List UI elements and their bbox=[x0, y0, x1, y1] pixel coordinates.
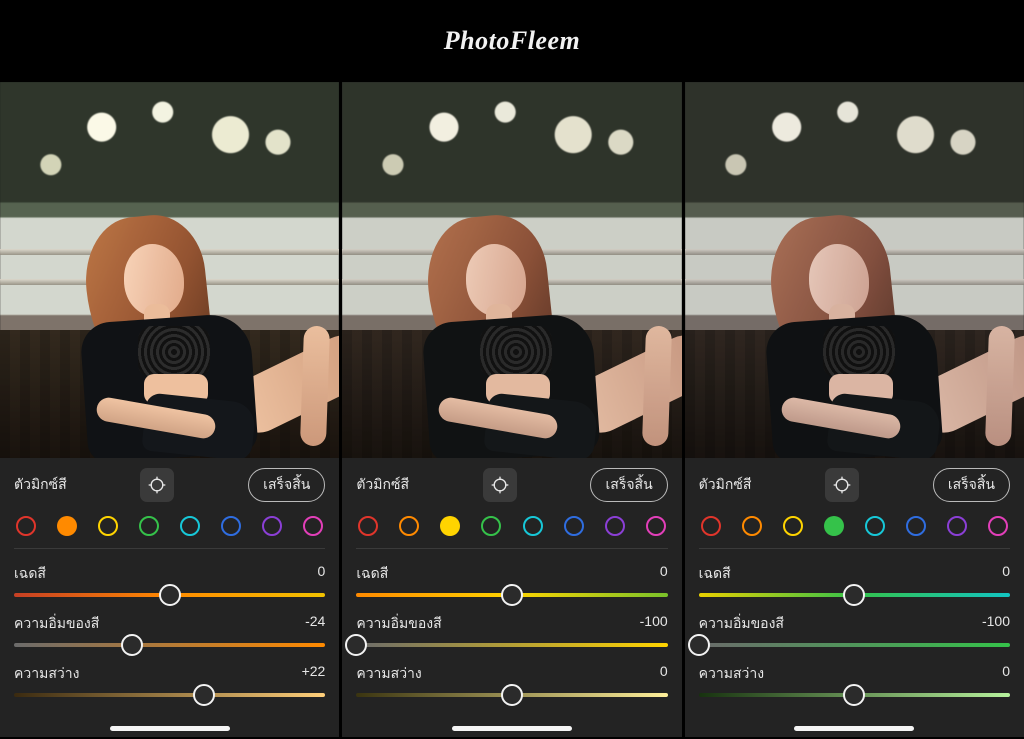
color-swatch[interactable] bbox=[139, 516, 159, 536]
slider-value: +22 bbox=[302, 663, 326, 685]
target-icon bbox=[832, 475, 852, 495]
color-swatch[interactable] bbox=[399, 516, 419, 536]
slider-label: ความอิ่มของสี bbox=[356, 613, 441, 635]
editor-panel: ตัวมิกซ์สี เสร็จสิ้นเฉดสี 0 ความอิ่มของสี -2… bbox=[0, 82, 339, 737]
slider-value: -100 bbox=[982, 613, 1010, 635]
color-swatch[interactable] bbox=[221, 516, 241, 536]
color-swatch[interactable] bbox=[646, 516, 666, 536]
color-swatch[interactable] bbox=[16, 516, 36, 536]
slider-track[interactable] bbox=[699, 693, 1010, 697]
slider-thumb[interactable] bbox=[345, 634, 367, 656]
color-swatch[interactable] bbox=[180, 516, 200, 536]
slider-row: ความอิ่มของสี -24 bbox=[14, 613, 325, 647]
slider-label: เฉดสี bbox=[14, 563, 46, 585]
photo-preview bbox=[0, 82, 339, 458]
page-header: PhotoFleem bbox=[0, 0, 1024, 82]
color-swatch[interactable] bbox=[564, 516, 584, 536]
slider-track[interactable] bbox=[699, 643, 1010, 647]
editor-panel: ตัวมิกซ์สี เสร็จสิ้นเฉดสี 0 ความอิ่มของสี -1… bbox=[685, 82, 1024, 737]
slider-track[interactable] bbox=[14, 643, 325, 647]
slider-track[interactable] bbox=[699, 593, 1010, 597]
controls-area: ตัวมิกซ์สี เสร็จสิ้นเฉดสี 0 ความอิ่มของสี -2… bbox=[0, 458, 339, 737]
slider-track[interactable] bbox=[14, 593, 325, 597]
target-adjust-button[interactable] bbox=[825, 468, 859, 502]
done-button[interactable]: เสร็จสิ้น bbox=[933, 468, 1010, 502]
slider-thumb[interactable] bbox=[843, 584, 865, 606]
done-button[interactable]: เสร็จสิ้น bbox=[248, 468, 325, 502]
slider-label: ความสว่าง bbox=[356, 663, 421, 685]
photo-preview bbox=[342, 82, 681, 458]
target-adjust-button[interactable] bbox=[140, 468, 174, 502]
slider-row: เฉดสี 0 bbox=[699, 563, 1010, 597]
controls-area: ตัวมิกซ์สี เสร็จสิ้นเฉดสี 0 ความอิ่มของสี -1… bbox=[342, 458, 681, 737]
color-swatch[interactable] bbox=[742, 516, 762, 536]
slider-label: ความอิ่มของสี bbox=[699, 613, 784, 635]
slider-track[interactable] bbox=[356, 593, 667, 597]
slider-thumb[interactable] bbox=[843, 684, 865, 706]
controls-area: ตัวมิกซ์สี เสร็จสิ้นเฉดสี 0 ความอิ่มของสี -1… bbox=[685, 458, 1024, 737]
color-swatch[interactable] bbox=[481, 516, 501, 536]
slider-thumb[interactable] bbox=[121, 634, 143, 656]
slider-thumb[interactable] bbox=[193, 684, 215, 706]
slider-value: 0 bbox=[318, 563, 326, 585]
slider-row: ความอิ่มของสี -100 bbox=[356, 613, 667, 647]
slider-thumb[interactable] bbox=[501, 684, 523, 706]
slider-thumb[interactable] bbox=[688, 634, 710, 656]
slider-value: 0 bbox=[660, 663, 668, 685]
color-swatch-row bbox=[14, 512, 325, 549]
slider-value: 0 bbox=[1002, 563, 1010, 585]
target-icon bbox=[490, 475, 510, 495]
color-swatch[interactable] bbox=[824, 516, 844, 536]
slider-label: ความสว่าง bbox=[14, 663, 79, 685]
color-swatch[interactable] bbox=[865, 516, 885, 536]
color-swatch[interactable] bbox=[303, 516, 323, 536]
slider-row: ความสว่าง 0 bbox=[699, 663, 1010, 697]
done-button[interactable]: เสร็จสิ้น bbox=[590, 468, 667, 502]
target-adjust-button[interactable] bbox=[483, 468, 517, 502]
slider-value: 0 bbox=[660, 563, 668, 585]
color-swatch[interactable] bbox=[262, 516, 282, 536]
editor-panel: ตัวมิกซ์สี เสร็จสิ้นเฉดสี 0 ความอิ่มของสี -1… bbox=[342, 82, 681, 737]
color-swatch[interactable] bbox=[98, 516, 118, 536]
color-swatch[interactable] bbox=[358, 516, 378, 536]
slider-value: 0 bbox=[1002, 663, 1010, 685]
slider-label: ความสว่าง bbox=[699, 663, 764, 685]
color-swatch[interactable] bbox=[988, 516, 1008, 536]
home-indicator bbox=[452, 726, 572, 731]
color-swatch[interactable] bbox=[701, 516, 721, 536]
slider-label: เฉดสี bbox=[699, 563, 731, 585]
target-icon bbox=[147, 475, 167, 495]
color-swatch-row bbox=[356, 512, 667, 549]
section-title: ตัวมิกซ์สี bbox=[14, 474, 67, 496]
color-swatch[interactable] bbox=[906, 516, 926, 536]
slider-value: -24 bbox=[305, 613, 325, 635]
slider-label: เฉดสี bbox=[356, 563, 388, 585]
home-indicator bbox=[110, 726, 230, 731]
home-indicator bbox=[794, 726, 914, 731]
section-title: ตัวมิกซ์สี bbox=[356, 474, 409, 496]
slider-track[interactable] bbox=[356, 643, 667, 647]
photo-preview bbox=[685, 82, 1024, 458]
slider-label: ความอิ่มของสี bbox=[14, 613, 99, 635]
color-swatch[interactable] bbox=[947, 516, 967, 536]
slider-track[interactable] bbox=[14, 693, 325, 697]
color-swatch[interactable] bbox=[440, 516, 460, 536]
color-swatch[interactable] bbox=[605, 516, 625, 536]
slider-track[interactable] bbox=[356, 693, 667, 697]
slider-thumb[interactable] bbox=[501, 584, 523, 606]
slider-value: -100 bbox=[640, 613, 668, 635]
section-title: ตัวมิกซ์สี bbox=[699, 474, 752, 496]
slider-row: ความสว่าง +22 bbox=[14, 663, 325, 697]
color-swatch[interactable] bbox=[57, 516, 77, 536]
color-swatch[interactable] bbox=[783, 516, 803, 536]
color-swatch-row bbox=[699, 512, 1010, 549]
brand-logo: PhotoFleem bbox=[444, 26, 580, 56]
slider-row: ความสว่าง 0 bbox=[356, 663, 667, 697]
slider-thumb[interactable] bbox=[159, 584, 181, 606]
slider-row: ความอิ่มของสี -100 bbox=[699, 613, 1010, 647]
slider-row: เฉดสี 0 bbox=[14, 563, 325, 597]
color-swatch[interactable] bbox=[523, 516, 543, 536]
slider-row: เฉดสี 0 bbox=[356, 563, 667, 597]
